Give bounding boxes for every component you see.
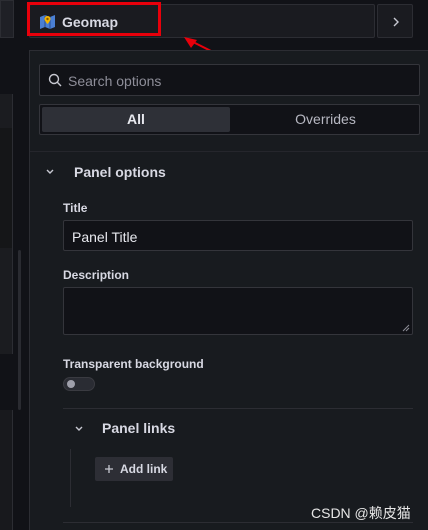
search-icon [48, 73, 62, 87]
description-textarea[interactable] [63, 287, 413, 335]
panel-preview-lower-edge [0, 410, 13, 530]
section-divider [30, 151, 428, 152]
tab-overrides[interactable]: Overrides [232, 107, 419, 132]
chevron-down-icon[interactable] [74, 424, 84, 434]
annotation-highlight-box [27, 2, 161, 36]
subsection-guide-line [70, 449, 71, 507]
description-label: Description [63, 268, 130, 282]
chevron-right-icon [393, 17, 399, 27]
add-link-button[interactable]: Add link [95, 457, 173, 481]
panel-options-title[interactable]: Panel options [74, 164, 166, 180]
watermark: CSDN @赖皮猫 [311, 505, 411, 521]
resize-grip-icon[interactable] [402, 324, 410, 332]
tab-all[interactable]: All [42, 107, 230, 132]
transparent-background-label: Transparent background [63, 357, 204, 371]
preview-scrollbar[interactable] [18, 250, 21, 410]
plus-icon [105, 465, 113, 473]
chevron-down-icon[interactable] [45, 167, 55, 177]
panel-links-title[interactable]: Panel links [102, 420, 175, 436]
search-input[interactable]: Search options [39, 64, 420, 96]
panel-title-input[interactable]: Panel Title [63, 220, 413, 251]
options-pane: Search options All Overrides Panel optio… [29, 50, 428, 530]
map-preview-edge [0, 128, 12, 248]
options-tabs: All Overrides [39, 104, 420, 135]
title-label: Title [63, 201, 88, 215]
collapse-options-button[interactable] [377, 4, 413, 38]
left-toolbar-button-edge [0, 0, 14, 38]
toggle-knob [67, 380, 75, 388]
panel-title-value: Panel Title [72, 229, 138, 245]
section-divider [63, 408, 413, 409]
transparent-background-toggle[interactable] [63, 377, 95, 391]
search-placeholder: Search options [68, 73, 162, 89]
add-link-label: Add link [120, 462, 168, 476]
